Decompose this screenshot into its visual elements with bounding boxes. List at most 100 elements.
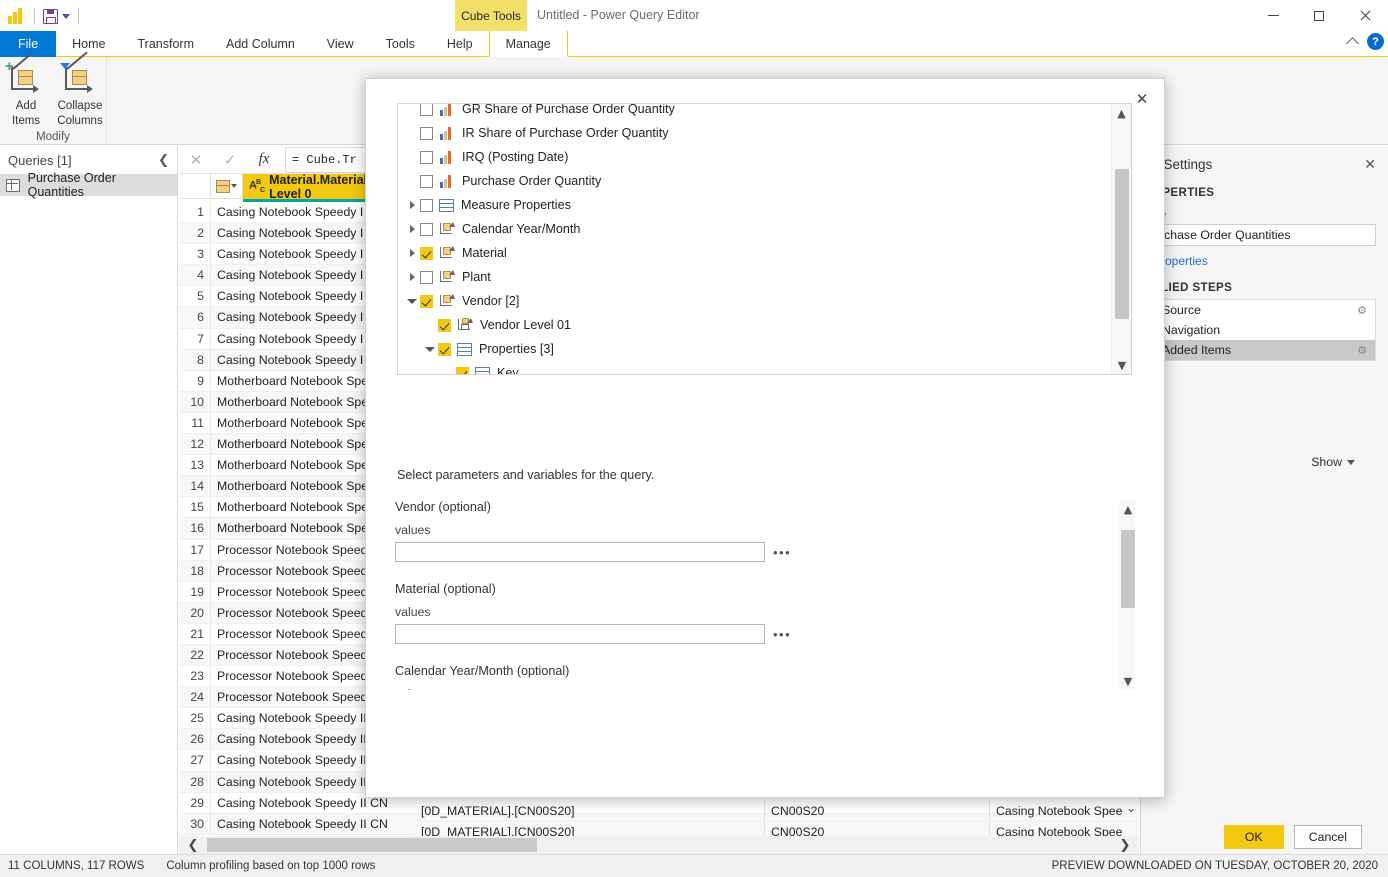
queries-pane: Queries [1] ❮ Purchase Order Quantities — [0, 146, 178, 854]
parameter-input[interactable] — [395, 542, 765, 562]
cell-member-key[interactable]: [0D_MATERIAL].[CN00S20] — [415, 801, 765, 822]
tree-item[interactable]: IRQ (Posting Date) — [398, 145, 1112, 169]
ribbon-group-label: Modify — [0, 131, 106, 143]
params-scroll-thumb[interactable] — [1121, 530, 1135, 608]
cube-icon — [216, 180, 230, 193]
tree-item-checkbox[interactable] — [420, 271, 433, 284]
parameter-more-button[interactable]: ••• — [773, 545, 791, 560]
params-scroll-down-icon[interactable]: ▼ — [1119, 672, 1135, 690]
items-tree-container: GR Share of Purchase Order QuantityIR Sh… — [397, 103, 1132, 375]
collapse-queries-pane-icon[interactable]: ❮ — [158, 153, 169, 168]
tree-item[interactable]: Calendar Year/Month — [398, 217, 1112, 241]
dialog-close-button[interactable]: ✕ — [1130, 87, 1154, 111]
parameter-input[interactable] — [395, 624, 765, 644]
tree-item-label: IRQ (Posting Date) — [462, 150, 568, 164]
cube-column-expander-button[interactable] — [211, 174, 243, 199]
dialog-button-bar: OK Cancel — [1224, 825, 1362, 849]
applied-step-item[interactable]: Navigation — [1154, 320, 1375, 340]
add-items-button[interactable]: + Add Items — [1, 62, 51, 128]
tree-item-label: Material — [462, 246, 507, 260]
params-subtitle: Select parameters and variables for the … — [397, 468, 654, 482]
tree-item[interactable]: Plant — [398, 265, 1112, 289]
tree-item-checkbox[interactable] — [438, 343, 451, 356]
tree-item-checkbox[interactable] — [456, 367, 469, 376]
cell-key[interactable]: CN00S20 — [765, 801, 990, 822]
gear-icon[interactable]: ⚙ — [1357, 304, 1367, 317]
tree-item-checkbox[interactable] — [420, 127, 433, 140]
formula-accept-button[interactable]: ✓ — [213, 147, 247, 173]
tree-scroll-down-icon[interactable]: ▼ — [1112, 356, 1132, 374]
collapse-triangle-icon[interactable] — [406, 299, 418, 304]
tree-vertical-scrollbar[interactable]: ▲ ▼ — [1111, 104, 1131, 374]
row-number: 14 — [179, 476, 211, 497]
tree-item-checkbox[interactable] — [420, 199, 433, 212]
collapse-ribbon-icon[interactable] — [1346, 37, 1359, 50]
tab-add-column[interactable]: Add Column — [210, 31, 311, 57]
scroll-thumb[interactable] — [207, 838, 537, 852]
save-icon[interactable] — [43, 9, 58, 24]
cube-tools-contextual-tab[interactable]: Cube Tools — [455, 0, 527, 31]
parameter-input-row: ••• — [395, 542, 1135, 562]
tab-home[interactable]: Home — [56, 31, 121, 57]
close-query-settings-icon[interactable]: ✕ — [1364, 156, 1376, 173]
parameter-label: Material (optional) — [395, 582, 1135, 596]
tree-item[interactable]: Key — [398, 361, 1112, 375]
show-dropdown[interactable]: Show — [1311, 455, 1355, 469]
tree-item-checkbox[interactable] — [420, 247, 433, 260]
row-number: 3 — [179, 244, 211, 265]
expand-triangle-icon[interactable] — [406, 249, 418, 257]
minimize-button[interactable] — [1250, 0, 1296, 31]
close-button[interactable] — [1342, 0, 1388, 31]
dimension-icon — [439, 246, 455, 260]
ok-button[interactable]: OK — [1224, 825, 1284, 849]
collapse-columns-button[interactable]: Collapse Columns — [55, 62, 105, 128]
formula-cancel-button[interactable]: ✕ — [179, 147, 213, 173]
params-scroll-up-icon[interactable]: ▲ — [1119, 500, 1135, 518]
expand-triangle-icon[interactable] — [406, 273, 418, 281]
query-list-item-purchase-order-quantities[interactable]: Purchase Order Quantities — [0, 174, 177, 196]
tree-item[interactable]: IR Share of Purchase Order Quantity — [398, 121, 1112, 145]
scroll-track[interactable] — [207, 838, 1111, 852]
expand-triangle-icon[interactable] — [406, 201, 418, 209]
cancel-button[interactable]: Cancel — [1294, 825, 1362, 849]
tab-view[interactable]: View — [311, 31, 370, 57]
tree-scroll-up-icon[interactable]: ▲ — [1112, 104, 1131, 122]
applied-step-item[interactable]: Source⚙ — [1154, 300, 1375, 320]
tab-help[interactable]: Help — [431, 31, 489, 57]
parameters-vertical-scrollbar[interactable]: ▲ ▼ — [1119, 500, 1135, 690]
status-preview-downloaded: PREVIEW DOWNLOADED ON TUESDAY, OCTOBER 2… — [1052, 860, 1388, 872]
tree-item-checkbox[interactable] — [420, 151, 433, 164]
collapse-triangle-icon[interactable] — [424, 347, 436, 352]
tree-item[interactable]: GR Share of Purchase Order Quantity — [398, 103, 1112, 121]
tree-item-checkbox[interactable] — [420, 223, 433, 236]
tree-item[interactable]: Vendor Level 01 — [398, 313, 1112, 337]
tree-item[interactable]: Vendor [2] — [398, 289, 1112, 313]
tab-tools[interactable]: Tools — [370, 31, 431, 57]
tab-transform[interactable]: Transform — [122, 31, 211, 57]
all-properties-link[interactable]: Properties — [1153, 254, 1376, 268]
tree-item[interactable]: Properties [3] — [398, 337, 1112, 361]
tree-item[interactable]: Material — [398, 241, 1112, 265]
table-row[interactable]: [0D_MATERIAL].[CN00S20]CN00S20Casing Not… — [415, 801, 1139, 822]
cell-text[interactable]: Casing Notebook Spee — [990, 801, 1139, 822]
query-name-input[interactable]: rchase Order Quantities — [1153, 224, 1376, 246]
help-icon[interactable]: ? — [1367, 33, 1384, 50]
tab-file[interactable]: File — [0, 31, 56, 57]
parameter-more-button[interactable]: ••• — [773, 627, 791, 642]
maximize-button[interactable] — [1296, 0, 1342, 31]
tree-item-checkbox[interactable] — [420, 103, 433, 116]
tree-item[interactable]: Measure Properties — [398, 193, 1112, 217]
expand-triangle-icon[interactable] — [406, 225, 418, 233]
tree-item[interactable]: Purchase Order Quantity — [398, 169, 1112, 193]
gear-icon[interactable]: ⚙ — [1357, 344, 1367, 357]
tree-item-checkbox[interactable] — [420, 175, 433, 188]
chevron-down-icon[interactable] — [62, 14, 70, 19]
tab-manage[interactable]: Manage — [489, 31, 568, 57]
tree-scroll-thumb[interactable] — [1115, 169, 1129, 319]
tree-item-checkbox[interactable] — [420, 295, 433, 308]
scroll-right-icon[interactable]: ❯ — [1111, 838, 1139, 853]
applied-step-item[interactable]: Added Items⚙ — [1154, 340, 1375, 360]
scroll-left-icon[interactable]: ❮ — [179, 838, 207, 853]
tree-item-checkbox[interactable] — [438, 319, 451, 332]
grid-horizontal-scrollbar[interactable]: ❮ ❯ — [179, 836, 1139, 854]
